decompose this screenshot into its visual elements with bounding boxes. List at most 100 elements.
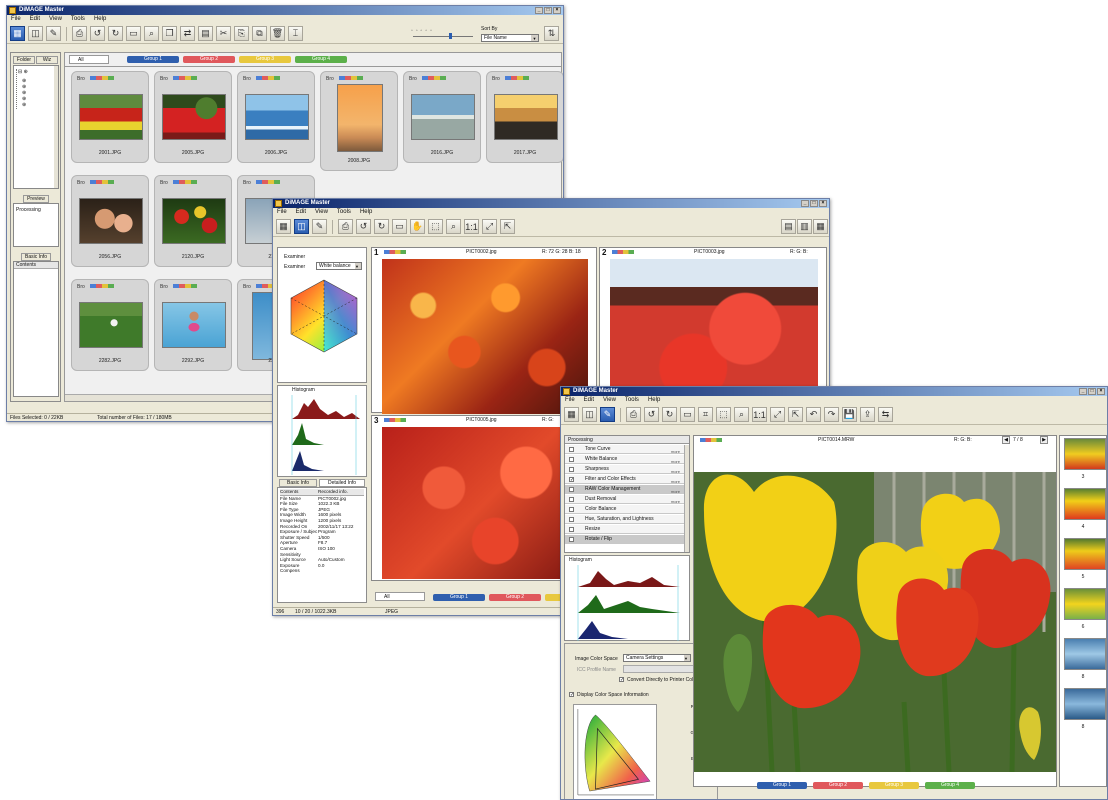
group-1-tab[interactable]: Group 1 [127, 56, 179, 63]
select-tool-icon[interactable]: ⬚ [716, 407, 731, 422]
checkbox[interactable] [569, 457, 574, 462]
compare-view-icon[interactable]: ◫ [294, 219, 309, 234]
maximize-icon[interactable]: □ [1088, 388, 1096, 395]
redo-icon[interactable]: ↷ [824, 407, 839, 422]
thumbnail-card[interactable]: Bro 2292.JPG [154, 279, 232, 371]
compare-original-icon[interactable]: ⇆ [878, 407, 893, 422]
zoom-icon[interactable]: ⌕ [734, 407, 749, 422]
print-icon[interactable]: ⎙ [338, 219, 353, 234]
folder-tab[interactable]: Folder [13, 56, 35, 64]
thumbnail-view-icon[interactable]: ▦ [276, 219, 291, 234]
processing-item[interactable]: Resize [565, 525, 685, 534]
menu-tools[interactable]: Tools [337, 208, 351, 217]
minimize-icon[interactable]: _ [535, 7, 543, 14]
thumbnail-card[interactable]: Bro 2120.JPG [154, 175, 232, 267]
processing-item[interactable]: Dust Removal more [565, 495, 685, 504]
thumbnail-size-slider[interactable]: ▫▫▫▫▫ [411, 27, 475, 39]
rotate-left-icon[interactable]: ↺ [644, 407, 659, 422]
actual-size-icon[interactable]: 1:1 [752, 407, 767, 422]
compare-titlebar[interactable]: DiMAGE Master _ □ × [273, 199, 829, 208]
filmstrip-thumb[interactable] [1064, 488, 1106, 520]
thumbnail-card[interactable]: Bro 2008.JPG [320, 71, 398, 171]
menu-edit[interactable]: Edit [584, 396, 594, 405]
slideshow-icon[interactable]: ▭ [392, 219, 407, 234]
group-2-tab[interactable]: Group 2 [183, 56, 235, 63]
detailed-info-tab[interactable]: Detailed Info [319, 479, 365, 487]
menu-view[interactable]: View [49, 15, 62, 24]
edit-view-icon[interactable]: ✎ [312, 219, 327, 234]
rotate-left-icon[interactable]: ↺ [90, 26, 105, 41]
undo-icon[interactable]: ↶ [806, 407, 821, 422]
checkbox[interactable] [569, 527, 574, 532]
processing-item[interactable]: RAW Color Management more [565, 485, 685, 494]
filmstrip-thumb[interactable] [1064, 538, 1106, 570]
print-icon[interactable]: ⎙ [72, 26, 87, 41]
thumbnail-card[interactable]: Bro 2282.JPG [71, 279, 149, 371]
checkbox[interactable] [569, 507, 574, 512]
group-2-tab[interactable]: Group 2 [813, 782, 863, 789]
group-3-tab[interactable]: Group 3 [239, 56, 291, 63]
slideshow-icon[interactable]: ▭ [680, 407, 695, 422]
layout-4-icon[interactable]: ▦ [813, 219, 828, 234]
close-icon[interactable]: × [1097, 388, 1105, 395]
select-tool-icon[interactable]: ⬚ [428, 219, 443, 234]
trash-icon[interactable]: 🗑 [270, 26, 285, 41]
processing-scrollbar[interactable] [684, 445, 689, 552]
menu-view[interactable]: View [315, 208, 328, 217]
export-icon[interactable]: ⇪ [860, 407, 875, 422]
processing-item[interactable]: Rotate / Flip [565, 535, 685, 544]
processing-item[interactable]: Sharpness more [565, 465, 685, 474]
fit-window-icon[interactable]: ⤢ [482, 219, 497, 234]
thumbnail-view-icon[interactable]: ▦ [10, 26, 25, 41]
sort-order-icon[interactable]: ⇅ [544, 26, 559, 41]
layout-2-icon[interactable]: ▥ [797, 219, 812, 234]
fit-window-icon[interactable]: ⤢ [770, 407, 785, 422]
menu-tools[interactable]: Tools [625, 396, 639, 405]
menu-file[interactable]: File [565, 396, 575, 405]
thumbnail-card[interactable]: Bro 2005.JPG [154, 71, 232, 163]
menu-help[interactable]: Help [648, 396, 660, 405]
checkbox[interactable] [569, 497, 574, 502]
next-page-icon[interactable]: ▶ [1040, 436, 1048, 444]
menu-view[interactable]: View [603, 396, 616, 405]
group-1-tab[interactable]: Group 1 [757, 782, 807, 789]
thumbnail-card[interactable]: Bro 2001.JPG [71, 71, 149, 163]
sort-by-select[interactable]: File Name ▼ [481, 34, 539, 42]
rotate-right-icon[interactable]: ↻ [662, 407, 677, 422]
actual-size-icon[interactable]: 1:1 [464, 219, 479, 234]
checkbox[interactable] [569, 487, 574, 492]
image-color-space-select[interactable]: Camera Settings ▼ [623, 654, 691, 662]
examiner-select[interactable]: White balance ▼ [316, 262, 362, 270]
thumbnail-card[interactable]: Bro 2017.JPG [486, 71, 563, 163]
fit-all-icon[interactable]: ⇱ [500, 219, 515, 234]
close-icon[interactable]: × [819, 200, 827, 207]
browser-titlebar[interactable]: DiMAGE Master _ □ × [7, 6, 563, 15]
thumbnail-card[interactable]: Bro 2016.JPG [403, 71, 481, 163]
all-tab[interactable]: All [375, 592, 425, 601]
editor-image-area[interactable]: PICT0014.MRW R: G: B: ◀ 7 / 8 ▶ [693, 435, 1057, 787]
processing-item[interactable]: Tone Curve more [565, 445, 685, 454]
menu-edit[interactable]: Edit [30, 15, 40, 24]
edit-view-icon[interactable]: ✎ [46, 26, 61, 41]
maximize-icon[interactable]: □ [810, 200, 818, 207]
thumbnail-view-icon[interactable]: ▦ [564, 407, 579, 422]
checkbox[interactable] [569, 517, 574, 522]
group-4-tab[interactable]: Group 4 [295, 56, 347, 63]
prev-page-icon[interactable]: ◀ [1002, 436, 1010, 444]
processing-item[interactable]: White Balance more [565, 455, 685, 464]
folder-tree[interactable]: ⊟ ⊕ ⊕ ⊕ ⊕ ⊕ ⊕ [13, 65, 59, 189]
folder-icon[interactable]: ▤ [198, 26, 213, 41]
fit-all-icon[interactable]: ⇱ [788, 407, 803, 422]
checkbox[interactable] [569, 447, 574, 452]
save-icon[interactable]: 💾 [842, 407, 857, 422]
rotate-right-icon[interactable]: ↻ [374, 219, 389, 234]
search-icon[interactable]: ⌕ [144, 26, 159, 41]
move-icon[interactable]: ⇄ [180, 26, 195, 41]
tree-expand-icon[interactable]: ⊟ ⊕ [18, 69, 28, 75]
group-1-tab[interactable]: Group 1 [433, 594, 485, 601]
menu-file[interactable]: File [277, 208, 287, 217]
cut-icon[interactable]: ✂ [216, 26, 231, 41]
menu-file[interactable]: File [11, 15, 21, 24]
close-icon[interactable]: × [553, 7, 561, 14]
minimize-icon[interactable]: _ [1079, 388, 1087, 395]
